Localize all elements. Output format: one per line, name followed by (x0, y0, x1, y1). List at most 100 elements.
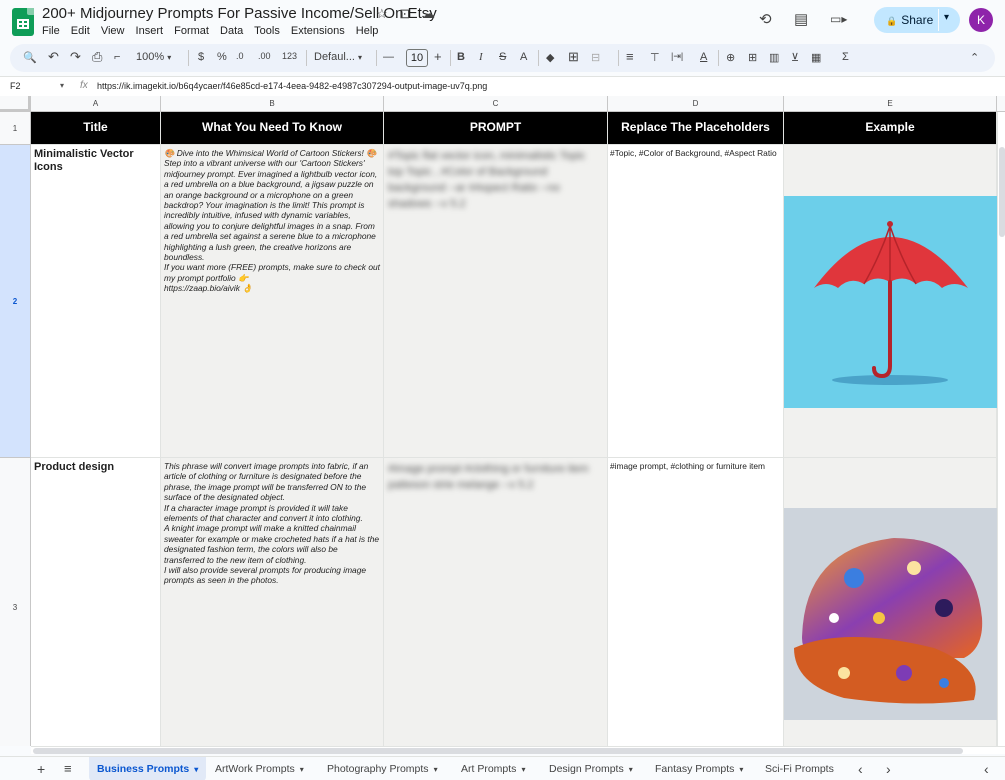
cloud-status-icon[interactable]: ☁ (422, 6, 435, 21)
sheet-tab-design-prompts[interactable]: Design Prompts ▾ (549, 757, 633, 780)
column-header-c[interactable]: C (384, 96, 608, 112)
account-avatar[interactable]: K (969, 8, 993, 32)
strikethrough-button[interactable]: S (499, 51, 506, 63)
percent-format-button[interactable]: % (217, 51, 227, 63)
menu-insert[interactable]: Insert (136, 25, 164, 37)
share-dropdown-icon[interactable]: ▾ (944, 12, 949, 23)
sheet-grid[interactable]: A B C D E 1 2 3 Title What You Need To K… (0, 96, 1005, 746)
chevron-down-icon: ▾ (358, 53, 363, 62)
header-cell-title[interactable]: Title (31, 112, 161, 145)
fx-icon: fx (80, 80, 88, 91)
decrease-font-size-button[interactable]: — (383, 51, 394, 63)
currency-format-button[interactable]: $ (198, 51, 204, 63)
vertical-align-icon[interactable]: ⊤ (650, 51, 660, 64)
sheets-logo-icon[interactable] (12, 8, 34, 36)
share-button[interactable]: 🔒 Share ▾ (874, 7, 960, 33)
star-icon[interactable]: ☆ (376, 6, 388, 21)
title-cell[interactable]: Minimalistic Vector Icons (31, 145, 161, 458)
borders-icon[interactable]: ⊞ (568, 49, 579, 65)
header-cell-what-you-need[interactable]: What You Need To Know (161, 112, 384, 145)
menu-format[interactable]: Format (174, 25, 209, 37)
vertical-scrollbar[interactable] (997, 112, 1005, 746)
insert-comment-icon[interactable]: ⊞ (748, 51, 757, 64)
header-cell-prompt[interactable]: PROMPT (384, 112, 608, 145)
collapse-toolbar-icon[interactable]: ⌃ (970, 51, 979, 64)
search-menus-icon[interactable]: 🔍 (23, 51, 37, 64)
paint-format-icon[interactable]: ⌐ (114, 51, 120, 63)
filter-views-icon[interactable]: ▦ (811, 51, 821, 64)
font-size-input[interactable]: 10 (406, 49, 428, 67)
text-rotation-icon[interactable]: A (700, 51, 707, 63)
merge-cells-icon[interactable]: ⊟ (591, 51, 600, 64)
insert-chart-icon[interactable]: ▥ (769, 51, 779, 64)
meet-icon[interactable]: ▭▸ (830, 12, 847, 26)
sheet-tab-sci-fi-prompts[interactable]: Sci-Fi Prompts (765, 757, 834, 780)
cap-example-image (784, 508, 997, 720)
prompt-cell[interactable]: #image prompt #clothing or furniture ite… (384, 458, 608, 746)
text-color-button[interactable]: A (520, 51, 527, 63)
column-header-a[interactable]: A (31, 96, 161, 112)
sheet-tab-fantasy-prompts[interactable]: Fantasy Prompts ▾ (655, 757, 743, 780)
chevron-down-icon: ▾ (194, 765, 199, 774)
font-select[interactable]: Defaul... ▾ (314, 51, 362, 63)
menu-tools[interactable]: Tools (254, 25, 280, 37)
title-cell[interactable]: Product design (31, 458, 161, 746)
comments-icon[interactable]: ▤ (794, 10, 808, 28)
prompt-cell[interactable]: #Topic flat vector icon, minimalistic To… (384, 145, 608, 458)
number-format-button[interactable]: 123 (282, 51, 297, 61)
text-wrapping-icon[interactable]: |⇥| (671, 51, 683, 62)
move-to-folder-icon[interactable]: ⊡ (399, 6, 410, 21)
row-header-3[interactable]: 3 (0, 458, 31, 746)
sheet-tab-art-prompts[interactable]: Art Prompts ▾ (461, 757, 525, 780)
column-header-e[interactable]: E (784, 96, 997, 112)
toolbar: 🔍 ↶ ↷ ⎙ ⌐ 100% ▾ $ % .0 .00 123 Defaul..… (10, 44, 995, 72)
menu-edit[interactable]: Edit (71, 25, 90, 37)
decrease-decimal-button[interactable]: .0 (236, 51, 244, 61)
chevron-down-icon: ▾ (167, 53, 172, 62)
menu-help[interactable]: Help (356, 25, 379, 37)
increase-decimal-button[interactable]: .00 (258, 51, 271, 61)
print-icon[interactable]: ⎙ (92, 49, 102, 65)
column-header-b[interactable]: B (161, 96, 384, 112)
filter-icon[interactable]: ⊻ (791, 51, 799, 64)
sheet-tab-artwork-prompts[interactable]: ArtWork Prompts ▾ (215, 757, 304, 780)
scroll-tabs-left-icon[interactable]: ‹ (858, 757, 863, 780)
menu-view[interactable]: View (101, 25, 125, 37)
collapse-sidebar-icon[interactable]: ‹ (984, 757, 989, 780)
name-box[interactable]: F2 (10, 81, 21, 91)
menu-file[interactable]: File (42, 25, 60, 37)
version-history-icon[interactable]: ⟲ (759, 10, 772, 28)
description-cell[interactable]: This phrase will convert image prompts i… (161, 458, 384, 746)
placeholders-cell[interactable]: #Topic, #Color of Background, #Aspect Ra… (608, 145, 784, 458)
italic-button[interactable]: I (479, 51, 483, 63)
select-all-corner[interactable] (0, 96, 31, 112)
horizontal-align-icon[interactable]: ≡ (626, 49, 634, 64)
fill-color-icon[interactable]: ◆ (546, 51, 554, 64)
all-sheets-button[interactable]: ≡ (64, 757, 72, 780)
description-cell[interactable]: 🎨 Dive into the Whimsical World of Carto… (161, 145, 384, 458)
zoom-select[interactable]: 100% ▾ (136, 51, 171, 63)
row-header-1[interactable]: 1 (0, 112, 31, 145)
formula-input[interactable]: https://ik.imagekit.io/b6q4ycaer/f46e85c… (97, 81, 487, 91)
chevron-down-icon[interactable]: ▾ (60, 81, 64, 90)
scroll-tabs-right-icon[interactable]: › (886, 757, 891, 780)
redo-icon[interactable]: ↷ (70, 49, 81, 65)
horizontal-scrollbar[interactable] (31, 746, 1005, 754)
menu-extensions[interactable]: Extensions (291, 25, 345, 37)
placeholders-cell[interactable]: #image prompt, #clothing or furniture it… (608, 458, 784, 746)
title-bar: 200+ Midjourney Prompts For Passive Inco… (0, 0, 1005, 42)
increase-font-size-button[interactable]: + (434, 49, 442, 64)
menu-data[interactable]: Data (220, 25, 243, 37)
insert-link-icon[interactable]: ⊕ (726, 51, 735, 64)
sheet-tab-business-prompts[interactable]: Business Prompts ▾ (89, 757, 207, 780)
header-cell-example[interactable]: Example (784, 112, 997, 145)
column-header-d[interactable]: D (608, 96, 784, 112)
prompt-text: #image prompt #clothing or furniture ite… (388, 463, 589, 491)
add-sheet-button[interactable]: + (37, 757, 45, 780)
row-header-2[interactable]: 2 (0, 145, 31, 458)
bold-button[interactable]: B (457, 51, 465, 63)
header-cell-placeholders[interactable]: Replace The Placeholders (608, 112, 784, 145)
functions-icon[interactable]: Σ (842, 51, 849, 63)
sheet-tab-photography-prompts[interactable]: Photography Prompts ▾ (327, 757, 438, 780)
undo-icon[interactable]: ↶ (48, 49, 59, 65)
